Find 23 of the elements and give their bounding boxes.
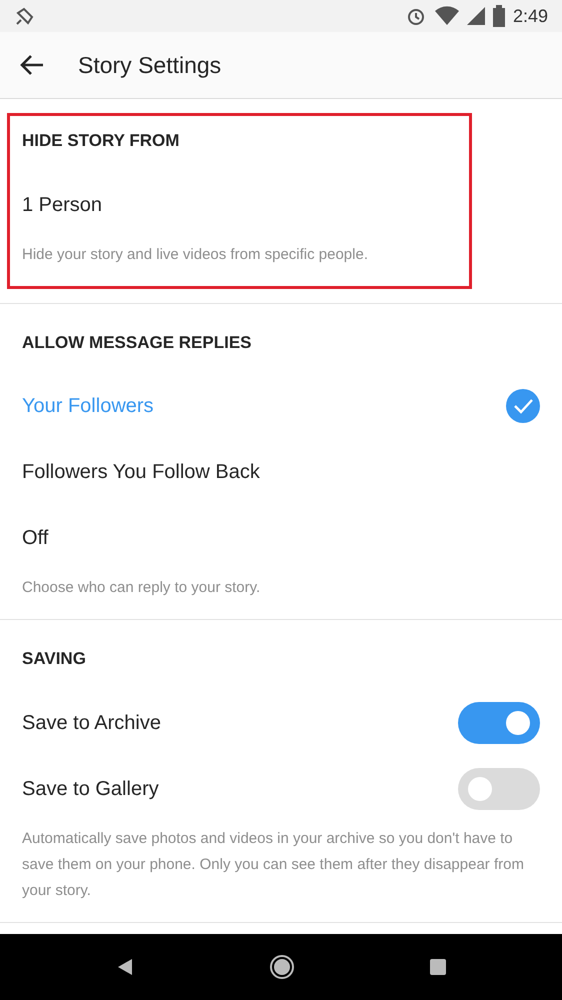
section-description: Choose who can reply to your story. [22, 578, 262, 598]
toggle-switch[interactable] [458, 702, 540, 744]
section-description: Automatically save photos and videos in your archive so you don't have to save them on your phone. Only you can see them after they disappear from your story. [22, 828, 525, 900]
setting-label: Save to Gallery [22, 776, 159, 802]
signal-icon [466, 6, 485, 26]
home-icon[interactable] [268, 954, 295, 980]
clock-time: 2:49 [512, 4, 548, 28]
back-icon[interactable] [116, 958, 134, 976]
checkmark-icon [506, 389, 540, 423]
setting-link[interactable]: 1 Person [22, 190, 102, 220]
wifi-icon [434, 6, 459, 26]
section-heading: SAVING [22, 648, 87, 670]
battery-icon [492, 5, 505, 27]
screen-title: Story Settings [78, 50, 222, 80]
section-heading: ALLOW MESSAGE REPLIES [22, 332, 253, 354]
reply-option[interactable]: Followers You Follow Back [22, 457, 260, 487]
recents-icon[interactable] [430, 959, 446, 975]
setting-label: Save to Archive [22, 710, 161, 736]
section-heading: HIDE STORY FROM [22, 130, 180, 152]
reply-option[interactable]: Off [22, 523, 48, 553]
back-arrow-icon[interactable] [20, 54, 44, 76]
toggle-switch[interactable] [458, 768, 540, 810]
section-description: Hide your story and live videos from specific people. [22, 244, 369, 264]
